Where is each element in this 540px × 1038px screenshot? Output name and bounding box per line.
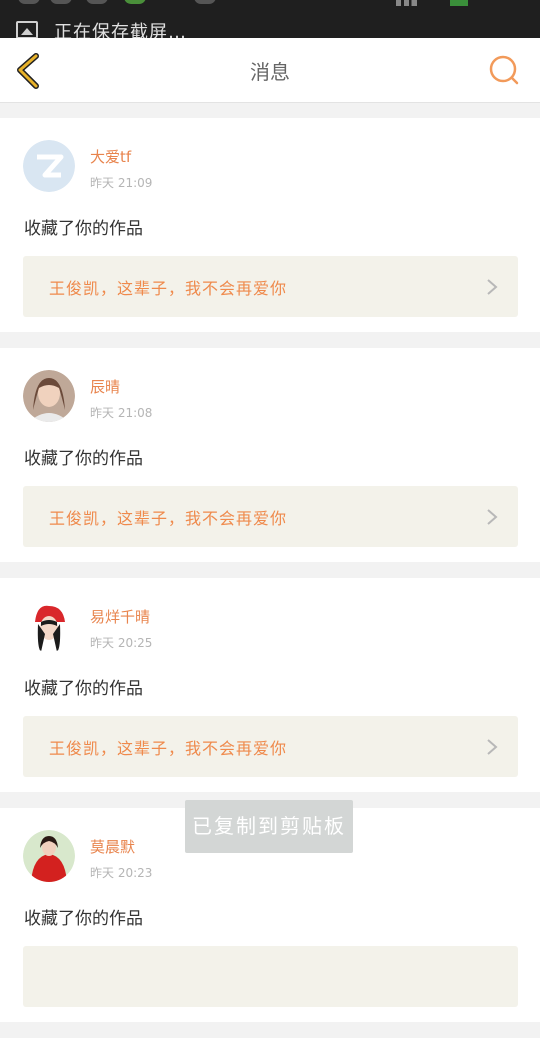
avatar[interactable] bbox=[23, 140, 75, 192]
chevron-right-icon bbox=[487, 279, 498, 295]
toast-message: 已复制到剪贴板 bbox=[185, 800, 353, 853]
work-title: 王俊凯，这辈子，我不会再爱你 bbox=[49, 279, 288, 298]
default-avatar-icon bbox=[23, 140, 75, 192]
timestamp: 昨天 20:23 bbox=[90, 866, 153, 880]
action-text: 收藏了你的作品 bbox=[24, 909, 143, 929]
chevron-right-icon bbox=[487, 739, 498, 755]
photo-avatar bbox=[23, 830, 75, 882]
search-button[interactable] bbox=[486, 52, 522, 88]
avatar[interactable] bbox=[23, 370, 75, 422]
image-icon bbox=[16, 21, 38, 39]
action-text: 收藏了你的作品 bbox=[24, 219, 143, 239]
username-link[interactable]: 易烊千晴 bbox=[90, 606, 150, 627]
search-icon bbox=[489, 55, 519, 85]
status-dot-icon bbox=[124, 0, 146, 4]
photo-avatar bbox=[23, 600, 75, 652]
message-card: 大爱tf 昨天 21:09 收藏了你的作品 王俊凯，这辈子，我不会再爱你 bbox=[0, 118, 540, 332]
photo-avatar bbox=[23, 370, 75, 422]
signal-icon bbox=[396, 0, 422, 6]
message-card: 辰晴 昨天 21:08 收藏了你的作品 王俊凯，这辈子，我不会再爱你 bbox=[0, 348, 540, 562]
work-title: 王俊凯，这辈子，我不会再爱你 bbox=[49, 509, 288, 528]
status-dot-icon bbox=[86, 0, 108, 4]
username-link[interactable]: 莫晨默 bbox=[90, 836, 135, 857]
chevron-right-icon bbox=[487, 509, 498, 525]
battery-icon bbox=[450, 0, 468, 6]
action-text: 收藏了你的作品 bbox=[24, 679, 143, 699]
page-title: 消息 bbox=[250, 60, 290, 84]
avatar[interactable] bbox=[23, 600, 75, 652]
nav-header: 消息 bbox=[0, 38, 540, 103]
work-link[interactable]: 王俊凯，这辈子，我不会再爱你 bbox=[23, 486, 518, 547]
status-bar: 正在保存截屏… bbox=[0, 0, 540, 43]
username-link[interactable]: 辰晴 bbox=[90, 376, 120, 397]
work-link[interactable] bbox=[23, 946, 518, 1007]
message-list: 大爱tf 昨天 21:09 收藏了你的作品 王俊凯，这辈子，我不会再爱你 辰晴 … bbox=[0, 118, 540, 1038]
status-dot-icon bbox=[50, 0, 72, 4]
message-card: 易烊千晴 昨天 20:25 收藏了你的作品 王俊凯，这辈子，我不会再爱你 bbox=[0, 578, 540, 792]
status-dot-icon bbox=[194, 0, 216, 4]
work-link[interactable]: 王俊凯，这辈子，我不会再爱你 bbox=[23, 256, 518, 317]
timestamp: 昨天 21:09 bbox=[90, 176, 153, 190]
work-link[interactable]: 王俊凯，这辈子，我不会再爱你 bbox=[23, 716, 518, 777]
timestamp: 昨天 21:08 bbox=[90, 406, 153, 420]
avatar[interactable] bbox=[23, 830, 75, 882]
work-title: 王俊凯，这辈子，我不会再爱你 bbox=[49, 739, 288, 758]
username-link[interactable]: 大爱tf bbox=[90, 146, 131, 167]
action-text: 收藏了你的作品 bbox=[24, 449, 143, 469]
status-dot-icon bbox=[18, 0, 40, 4]
timestamp: 昨天 20:25 bbox=[90, 636, 153, 650]
